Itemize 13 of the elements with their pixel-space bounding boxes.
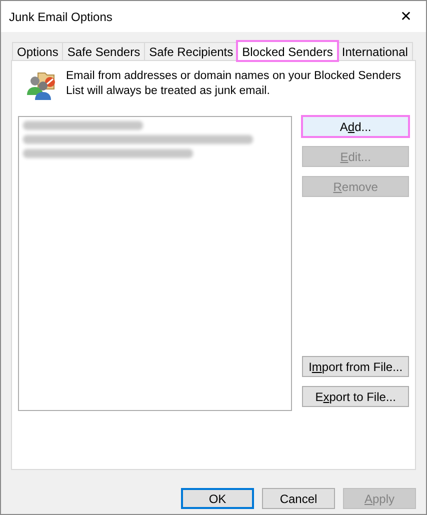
description-text: Email from addresses or domain names on your Blocked Senders List will always be treated as junk email. xyxy=(66,69,402,99)
action-button[interactable]: Import from File... xyxy=(302,356,409,377)
dialog-button[interactable]: Cancel xyxy=(262,488,335,509)
action-button[interactable]: Add... xyxy=(302,116,409,137)
tab[interactable]: Safe Recipients xyxy=(144,42,238,60)
tab[interactable]: Blocked Senders xyxy=(237,41,338,61)
dialog-button[interactable]: OK xyxy=(181,488,254,509)
tab[interactable]: Options xyxy=(12,42,64,60)
blocked-senders-list[interactable] xyxy=(18,116,292,411)
close-button[interactable]: ✕ xyxy=(386,1,426,32)
window-title: Junk Email Options xyxy=(9,10,112,24)
action-button[interactable]: Export to File... xyxy=(302,386,409,407)
tab[interactable]: International xyxy=(336,42,413,60)
